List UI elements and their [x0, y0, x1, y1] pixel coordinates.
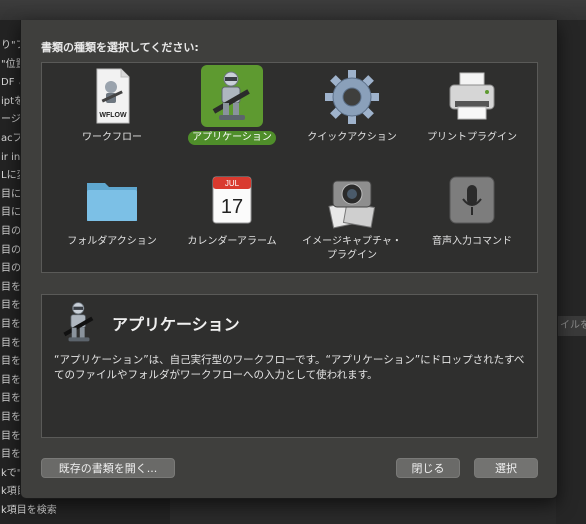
workflow-document-icon: WFLOW [81, 65, 143, 127]
printer-icon [441, 65, 503, 127]
new-document-sheet: 書類の種類を選択してください: WFLOW ワークフロー アプリケーション クイ… [20, 20, 558, 499]
type-label: ワークフロー [82, 132, 142, 143]
type-label: アプリケーション [188, 131, 276, 145]
selected-type-title: アプリケーション [112, 315, 240, 334]
type-calendar-alarm[interactable]: JUL 17 カレンダーアラーム [170, 167, 294, 271]
background-list-item: k項目を検索 [1, 505, 57, 516]
document-type-grid: WFLOW ワークフロー アプリケーション クイックアクション プリントプラグイ… [41, 62, 538, 273]
type-label: カレンダーアラーム [187, 236, 277, 247]
type-application[interactable]: アプリケーション [170, 63, 294, 167]
type-folder-action[interactable]: フォルダアクション [50, 167, 174, 271]
selected-type-description: “アプリケーション”は、自己実行型のワークフローです。“アプリケーション”にドロ… [54, 354, 525, 381]
microphone-icon [441, 169, 503, 231]
choose-type-prompt: 書類の種類を選択してください: [41, 41, 199, 54]
camera-icon [321, 169, 383, 231]
type-quick-action[interactable]: クイックアクション [290, 63, 414, 167]
folder-icon [81, 169, 143, 231]
type-label: クイックアクション [307, 132, 397, 143]
type-label: 音声入力コマンド [432, 236, 512, 247]
type-label: プリントプラグイン [427, 132, 517, 143]
background-workflow-pane [556, 20, 586, 524]
background-window-titlebar [0, 0, 586, 21]
type-workflow[interactable]: WFLOW ワークフロー [50, 63, 174, 167]
svg-text:WFLOW: WFLOW [99, 112, 127, 119]
type-label: フォルダアクション [67, 236, 157, 247]
svg-text:JUL: JUL [225, 179, 240, 188]
choose-button[interactable]: 選択 [474, 458, 538, 478]
type-print-plugin[interactable]: プリントプラグイン [410, 63, 534, 167]
close-button[interactable]: 閉じる [396, 458, 460, 478]
calendar-icon: JUL 17 [201, 169, 263, 231]
automator-robot-icon [201, 65, 263, 127]
background-pane-button: イルを [556, 316, 586, 336]
type-image-capture-plugin[interactable]: イメージキャプチャ・プラグイン [290, 167, 414, 271]
svg-text:17: 17 [221, 196, 243, 218]
type-label: イメージキャプチャ・プラグイン [302, 236, 402, 261]
automator-robot-icon [54, 297, 104, 347]
gear-icon [321, 65, 383, 127]
type-dictation-command[interactable]: 音声入力コマンド [410, 167, 534, 271]
description-panel: アプリケーション “アプリケーション”は、自己実行型のワークフローです。“アプリ… [41, 294, 538, 438]
open-existing-document-button[interactable]: 既存の書類を開く... [41, 458, 175, 478]
